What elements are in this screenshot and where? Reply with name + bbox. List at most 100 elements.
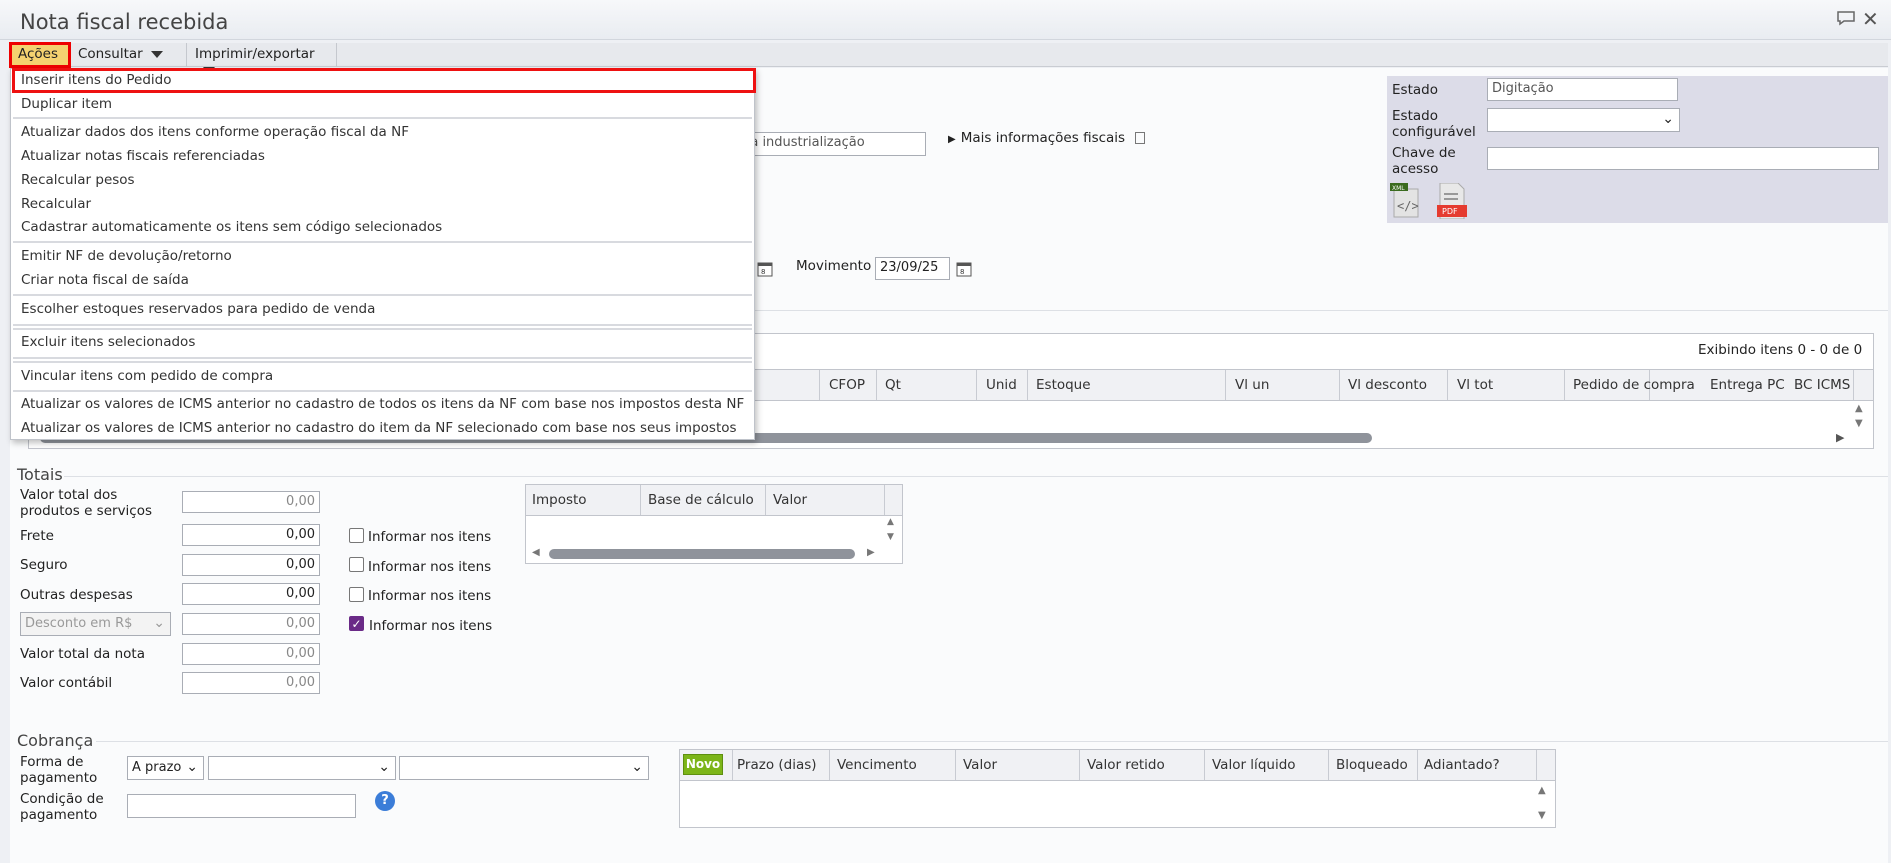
menu-item-duplicar-item[interactable]: Duplicar item [21,96,112,112]
col-adiantado[interactable]: Adiantado? [1424,757,1500,773]
menu-item-cadastrar-itens-sem-codigo[interactable]: Cadastrar automaticamente os itens sem c… [21,219,442,235]
menu-separator [13,328,752,330]
outras-despesas-label: Outras despesas [20,587,133,603]
menu-item-atualizar-dados-itens[interactable]: Atualizar dados dos itens conforme opera… [21,124,409,140]
divider [96,741,1888,742]
col-base-calculo[interactable]: Base de cálculo [648,492,754,508]
consultar-menu-button[interactable]: Consultar [70,43,187,67]
valor-contabil-field[interactable]: 0,00 [182,672,320,694]
menu-item-excluir-itens[interactable]: Excluir itens selecionados [21,334,195,350]
col-vl-desconto[interactable]: Vl desconto [1348,377,1427,393]
scroll-down-icon[interactable]: ▼ [1855,418,1863,429]
comment-icon[interactable] [1836,10,1856,31]
menu-item-recalcular-pesos[interactable]: Recalcular pesos [21,172,135,188]
xml-icon-text: XML [1392,185,1405,192]
desconto-field[interactable]: 0,00 [182,613,320,635]
natureza-operacao-field[interactable]: ra industrialização [740,132,926,156]
estado-config-select[interactable]: ⌄ [1487,108,1680,132]
col-vl-un[interactable]: Vl un [1235,377,1269,393]
col-valor[interactable]: Valor [773,492,807,508]
condicao-pagamento-field[interactable] [127,794,356,818]
triangle-right-icon: ▶ [948,134,956,145]
valor-total-field[interactable]: 0,00 [182,491,320,513]
chave-acesso-field[interactable] [1487,147,1879,170]
document-icon [1135,132,1146,144]
seguro-informar-checkbox[interactable] [349,557,364,572]
close-icon[interactable]: ✕ [1862,7,1879,31]
menu-item-escolher-estoques-reservados[interactable]: Escolher estoques reservados para pedido… [21,301,375,317]
col-qt[interactable]: Qt [885,377,901,393]
desconto-informar-checkbox[interactable]: ✓ [349,616,364,631]
frete-label: Frete [20,528,54,544]
menu-item-emitir-nf-devolucao[interactable]: Emitir NF de devolução/retorno [21,248,232,264]
chevron-down-icon: ⌄ [378,759,390,775]
estado-field[interactable]: Digitação [1487,78,1678,101]
menu-item-highlight [12,68,756,93]
acoes-menu-button[interactable]: Ações [9,42,71,74]
seguro-field[interactable]: 0,00 [182,554,320,576]
seguro-informar-label: Informar nos itens [368,559,492,575]
frete-field[interactable]: 0,00 [182,524,320,546]
col-unid[interactable]: Unid [986,377,1017,393]
forma-pagamento-select-2[interactable]: ⌄ [208,756,396,780]
menu-separator [13,357,752,359]
svg-text:8: 8 [960,268,964,276]
scroll-up-icon[interactable]: ▲ [887,517,894,527]
chevron-down-icon: ⌄ [1662,111,1674,127]
scroll-down-icon[interactable]: ▼ [887,532,894,542]
menu-item-atualizar-icms-todos[interactable]: Atualizar os valores de ICMS anterior no… [21,396,744,412]
items-count: Exibindo itens 0 - 0 de 0 [1698,342,1863,358]
frete-informar-checkbox[interactable] [349,528,364,543]
mais-informacoes-toggle[interactable]: ▶ Mais informações fiscais [948,130,1146,146]
col-prazo[interactable]: Prazo (dias) [737,757,817,773]
desconto-informar-label: Informar nos itens [369,618,493,634]
menu-item-vincular-pedido-compra[interactable]: Vincular itens com pedido de compra [21,368,273,384]
calendar-icon[interactable]: 8 [956,260,972,277]
forma-pagamento-select-3[interactable]: ⌄ [399,756,649,780]
col-valor-liquido[interactable]: Valor líquido [1212,757,1296,773]
col-imposto[interactable]: Imposto [532,492,587,508]
outras-informar-checkbox[interactable] [349,587,364,602]
calendar-icon[interactable]: 8 [757,260,773,277]
col-cfop[interactable]: CFOP [829,377,865,393]
col-vl-tot[interactable]: Vl tot [1457,377,1493,393]
movimento-label: Movimento [796,258,872,274]
window-title: Nota fiscal recebida [20,10,229,34]
col-estoque[interactable]: Estoque [1036,377,1091,393]
outras-informar-label: Informar nos itens [368,588,492,604]
novo-button[interactable]: Novo [683,754,723,775]
valor-contabil-label: Valor contábil [20,675,113,691]
col-pedido-compra[interactable]: Pedido de compra [1573,377,1695,393]
help-icon[interactable]: ? [375,791,395,811]
menu-item-atualizar-icms-selecionado[interactable]: Atualizar os valores de ICMS anterior no… [21,420,737,436]
caret-down-icon [150,50,163,58]
menu-item-recalcular[interactable]: Recalcular [21,196,91,212]
col-bloqueado[interactable]: Bloqueado [1336,757,1408,773]
col-vencimento[interactable]: Vencimento [837,757,917,773]
scroll-up-icon[interactable]: ▲ [1855,403,1863,414]
forma-pagamento-label: Forma de pagamento [20,754,98,786]
forma-pagamento-select[interactable]: A prazo ⌄ [127,756,204,780]
menu-item-criar-nf-saida[interactable]: Criar nota fiscal de saída [21,272,189,288]
acoes-label: Ações [18,46,59,62]
menu-separator [13,241,752,243]
col-valor[interactable]: Valor [963,757,997,773]
impostos-horizontal-scrollbar[interactable] [549,549,855,559]
scroll-up-icon[interactable]: ▲ [1538,785,1546,796]
desconto-type-select[interactable]: Desconto em R$ ⌄ [20,612,171,636]
col-entrega-pc[interactable]: Entrega PC [1710,377,1785,393]
pdf-file-icon[interactable]: PDF [1437,182,1467,220]
movimento-date-field[interactable]: 23/09/25 [875,257,950,280]
imprimir-menu-button[interactable]: Imprimir/exportar [187,43,337,74]
valor-nota-field[interactable]: 0,00 [182,643,320,665]
xml-file-icon[interactable]: XML </> [1390,183,1420,219]
menu-separator [13,390,752,392]
scroll-right-icon[interactable]: ▶ [867,547,875,558]
scroll-left-icon[interactable]: ◀ [532,547,540,558]
scroll-down-icon[interactable]: ▼ [1538,810,1546,821]
col-bc-icms[interactable]: BC ICMS [1794,377,1850,393]
outras-despesas-field[interactable]: 0,00 [182,583,320,605]
col-valor-retido[interactable]: Valor retido [1087,757,1165,773]
scroll-right-icon[interactable]: ▶ [1836,431,1844,444]
menu-item-atualizar-notas-referenciadas[interactable]: Atualizar notas fiscais referenciadas [21,148,265,164]
